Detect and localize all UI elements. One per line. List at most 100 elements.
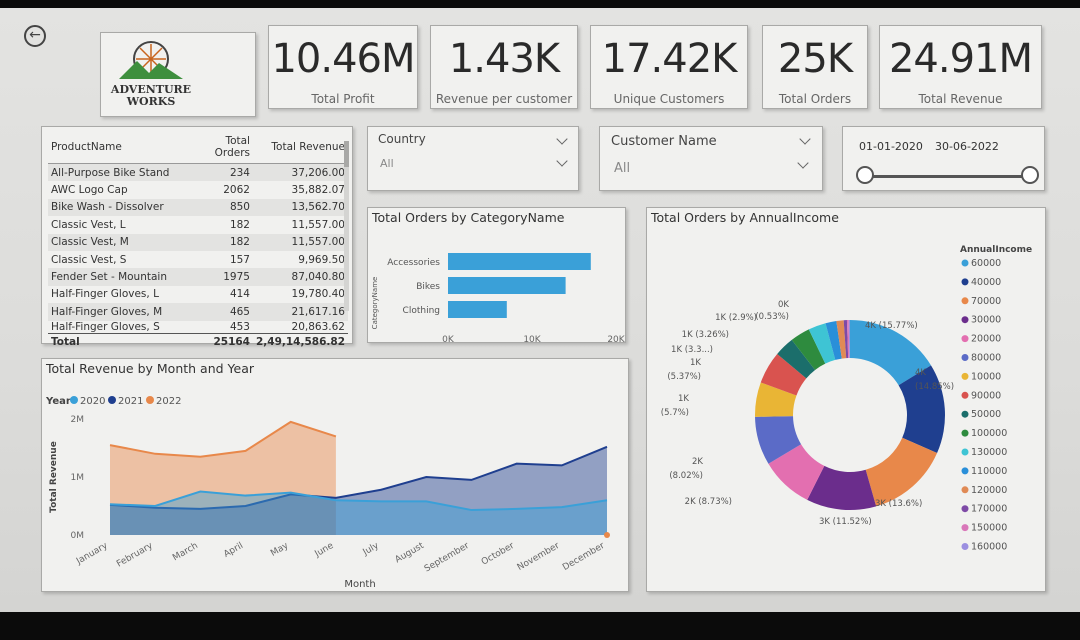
legend-marker <box>961 467 969 475</box>
chevron-down-icon[interactable] <box>797 157 809 169</box>
table-scrollbar[interactable] <box>344 141 349 311</box>
legend-marker <box>961 524 969 532</box>
kpi-value: 24.91M <box>888 36 1033 82</box>
legend-marker <box>961 410 969 418</box>
table-row[interactable]: Classic Vest, L 182 11,557.00 <box>48 216 348 233</box>
slice-label: 1K (3.3...) <box>671 345 713 355</box>
legend-label: 60000 <box>971 258 1001 269</box>
cell: Half-Finger Gloves, M <box>48 303 194 321</box>
customer-name-slicer[interactable]: Customer Name All <box>599 126 823 191</box>
table-row[interactable]: Half-Finger Gloves, M 465 21,617.16 <box>48 303 348 321</box>
cell: 414 <box>229 288 250 301</box>
country-dropdown-value[interactable]: All <box>380 157 394 170</box>
cell: Bike Wash - Dissolver <box>48 198 194 217</box>
date-slider-start-handle[interactable] <box>856 166 874 184</box>
category-label: Bikes <box>416 282 440 292</box>
date-slider-end-handle[interactable] <box>1021 166 1039 184</box>
cell: 11,557.00 <box>252 233 348 251</box>
product-table: ProductName Total Orders Total Revenue A… <box>48 133 348 351</box>
column-header[interactable]: Total Revenue <box>253 133 348 161</box>
column-header[interactable]: Total Orders <box>194 133 253 161</box>
table-row[interactable]: Classic Vest, M 182 11,557.00 <box>48 233 348 251</box>
legend-label: 2022 <box>156 396 181 407</box>
kpi-value: 1.43K <box>448 36 560 82</box>
bar <box>448 277 566 294</box>
table-row[interactable]: Classic Vest, S 157 9,969.50 <box>48 251 348 268</box>
slice-label: (0.53%) <box>755 312 789 322</box>
x-tick-label: June <box>313 541 336 560</box>
legend-label: 40000 <box>971 277 1001 288</box>
x-tick-label: May <box>269 541 291 559</box>
date-range-slicer[interactable]: 01-01-2020 30-06-2022 <box>842 126 1045 191</box>
legend-marker <box>961 372 969 380</box>
legend-marker <box>961 448 969 456</box>
kpi-value: 25K <box>777 36 853 82</box>
cell: Classic Vest, S <box>51 253 127 266</box>
cell: 157 <box>229 253 250 266</box>
logo-line2: WORKS <box>126 95 176 108</box>
bar <box>448 301 507 318</box>
cell: 87,040.80 <box>252 268 348 286</box>
revenue-area-chart: Year 2020 2021 2022 2M 1M 0M Total Revenue Janua… <box>45 396 610 590</box>
legend-label: 30000 <box>971 315 1001 326</box>
legend-label: 120000 <box>971 485 1007 496</box>
table-row[interactable]: All-Purpose Bike Stand 234 37,206.00 <box>48 163 348 182</box>
orders-by-income-card: Total Orders by AnnualIncome 4K (15.77%)… <box>646 207 1046 592</box>
x-tick-label: September <box>423 541 471 575</box>
cell: Classic Vest, L <box>51 218 126 231</box>
cell: 13,562.70 <box>252 198 348 217</box>
y-tick-label: 2M <box>71 415 85 425</box>
legend-label: 170000 <box>971 504 1007 515</box>
cell: 234 <box>194 163 253 182</box>
x-tick-label: January <box>74 541 110 568</box>
start-date[interactable]: 01-01-2020 <box>859 140 923 153</box>
cell: 25164 <box>194 332 253 351</box>
x-tick-label: 10K <box>523 335 541 342</box>
cell: 2062 <box>223 184 250 197</box>
x-tick-label: August <box>393 541 426 566</box>
adventure-works-logo-icon: ADVENTURE WORKS <box>110 41 191 108</box>
x-tick-label: April <box>222 541 245 560</box>
country-slicer[interactable]: Country All <box>367 126 579 191</box>
back-arrow-icon[interactable]: ← <box>24 25 46 47</box>
cell: 182 <box>194 233 253 251</box>
data-point <box>604 532 610 538</box>
legend-label: 70000 <box>971 296 1001 307</box>
table-row[interactable]: Half-Finger Gloves, S 453 20,863.62 <box>48 321 348 334</box>
legend-marker <box>961 429 969 437</box>
table-row[interactable]: Half-Finger Gloves, L 414 19,780.40 <box>48 286 348 303</box>
x-tick-label: February <box>115 541 155 570</box>
legend-label: 130000 <box>971 447 1007 458</box>
legend-marker <box>108 396 116 404</box>
kpi-revenue-per-customer: 1.43K Revenue per customer <box>430 25 578 109</box>
slice-label: (5.7%) <box>661 408 689 418</box>
kpi-label: Unique Customers <box>613 92 725 106</box>
slice-label: 1K (3.26%) <box>682 330 729 340</box>
cell: 453 <box>229 320 250 333</box>
category-label: Clothing <box>403 306 440 316</box>
end-date[interactable]: 30-06-2022 <box>935 140 999 153</box>
x-tick-label: December <box>561 541 607 573</box>
cell: 465 <box>194 303 253 321</box>
cell: 1975 <box>194 268 253 286</box>
table-row[interactable]: Bike Wash - Dissolver 850 13,562.70 <box>48 198 348 217</box>
customer-dropdown-value[interactable]: All <box>614 161 630 176</box>
legend-marker <box>961 505 969 513</box>
table-row[interactable]: Fender Set - Mountain 1975 87,040.80 <box>48 268 348 286</box>
kpi-label: Total Revenue <box>918 92 1003 106</box>
cell: 19,780.40 <box>291 288 345 301</box>
kpi-unique-customers: 17.42K Unique Customers <box>590 25 748 109</box>
slice-label: 2K <box>692 457 703 467</box>
chevron-down-icon[interactable] <box>556 133 568 145</box>
table-row[interactable]: AWC Logo Cap 2062 35,882.07 <box>48 181 348 198</box>
kpi-value: 17.42K <box>601 36 738 82</box>
column-header[interactable]: ProductName <box>48 133 194 161</box>
legend-marker <box>70 396 78 404</box>
y-axis-label: CategoryName <box>371 277 379 330</box>
legend-label: 110000 <box>971 466 1007 477</box>
revenue-by-month-card: Total Revenue by Month and Year Year 2020… <box>41 358 629 592</box>
legend-label: 150000 <box>971 523 1007 534</box>
chevron-down-icon[interactable] <box>799 133 811 145</box>
x-tick-label: 0K <box>442 335 455 342</box>
chevron-down-icon[interactable] <box>556 155 568 167</box>
